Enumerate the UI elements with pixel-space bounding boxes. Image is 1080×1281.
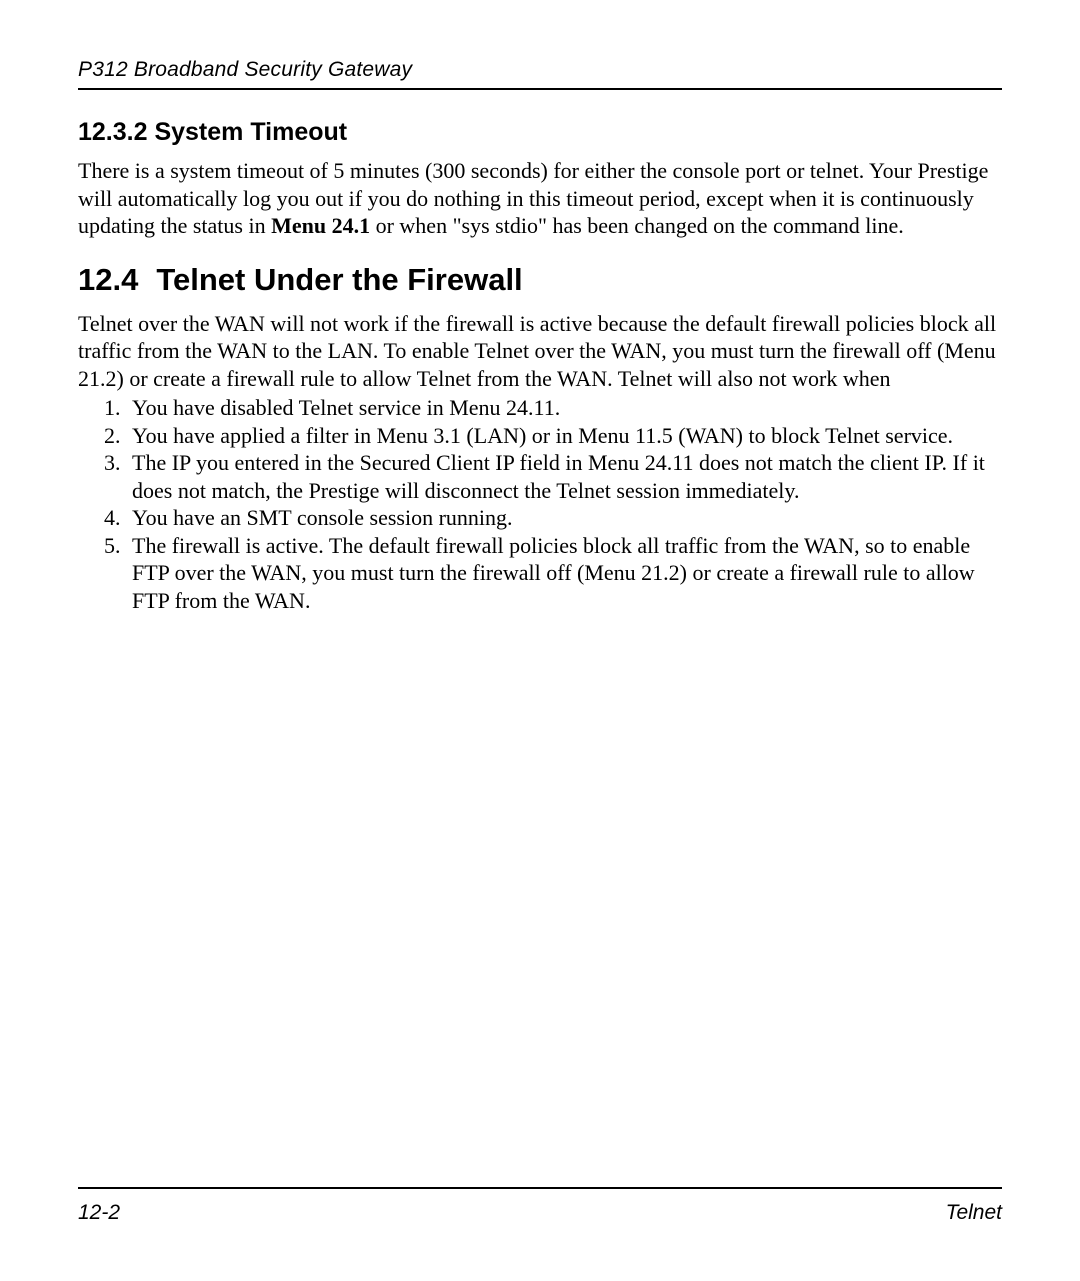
heading-12-3-2: 12.3.2 System Timeout [78, 118, 1002, 147]
list-item: You have an SMT console session running. [126, 504, 1002, 532]
page: P312 Broadband Security Gateway 12.3.2 S… [0, 0, 1080, 1281]
heading-12-4: 12.4 Telnet Under the Firewall [78, 262, 1002, 298]
bold-menu-24-1: Menu 24.1 [271, 213, 370, 238]
list-item: You have disabled Telnet service in Menu… [126, 394, 1002, 422]
text: or when "sys stdio" has been changed on … [370, 213, 904, 238]
page-number: 12-2 [78, 1201, 120, 1225]
running-header: P312 Broadband Security Gateway [78, 58, 1002, 90]
list-item: The IP you entered in the Secured Client… [126, 449, 1002, 504]
paragraph-system-timeout: There is a system timeout of 5 minutes (… [78, 157, 1002, 240]
list-item: You have applied a filter in Menu 3.1 (L… [126, 422, 1002, 450]
footer-section: Telnet [946, 1201, 1002, 1225]
paragraph-telnet-firewall-intro: Telnet over the WAN will not work if the… [78, 310, 1002, 393]
heading-number: 12.4 [78, 262, 138, 298]
list-item: The firewall is active. The default fire… [126, 532, 1002, 615]
page-footer: 12-2 Telnet [78, 1187, 1002, 1225]
heading-text: Telnet Under the Firewall [156, 262, 522, 297]
numbered-list: You have disabled Telnet service in Menu… [78, 394, 1002, 614]
